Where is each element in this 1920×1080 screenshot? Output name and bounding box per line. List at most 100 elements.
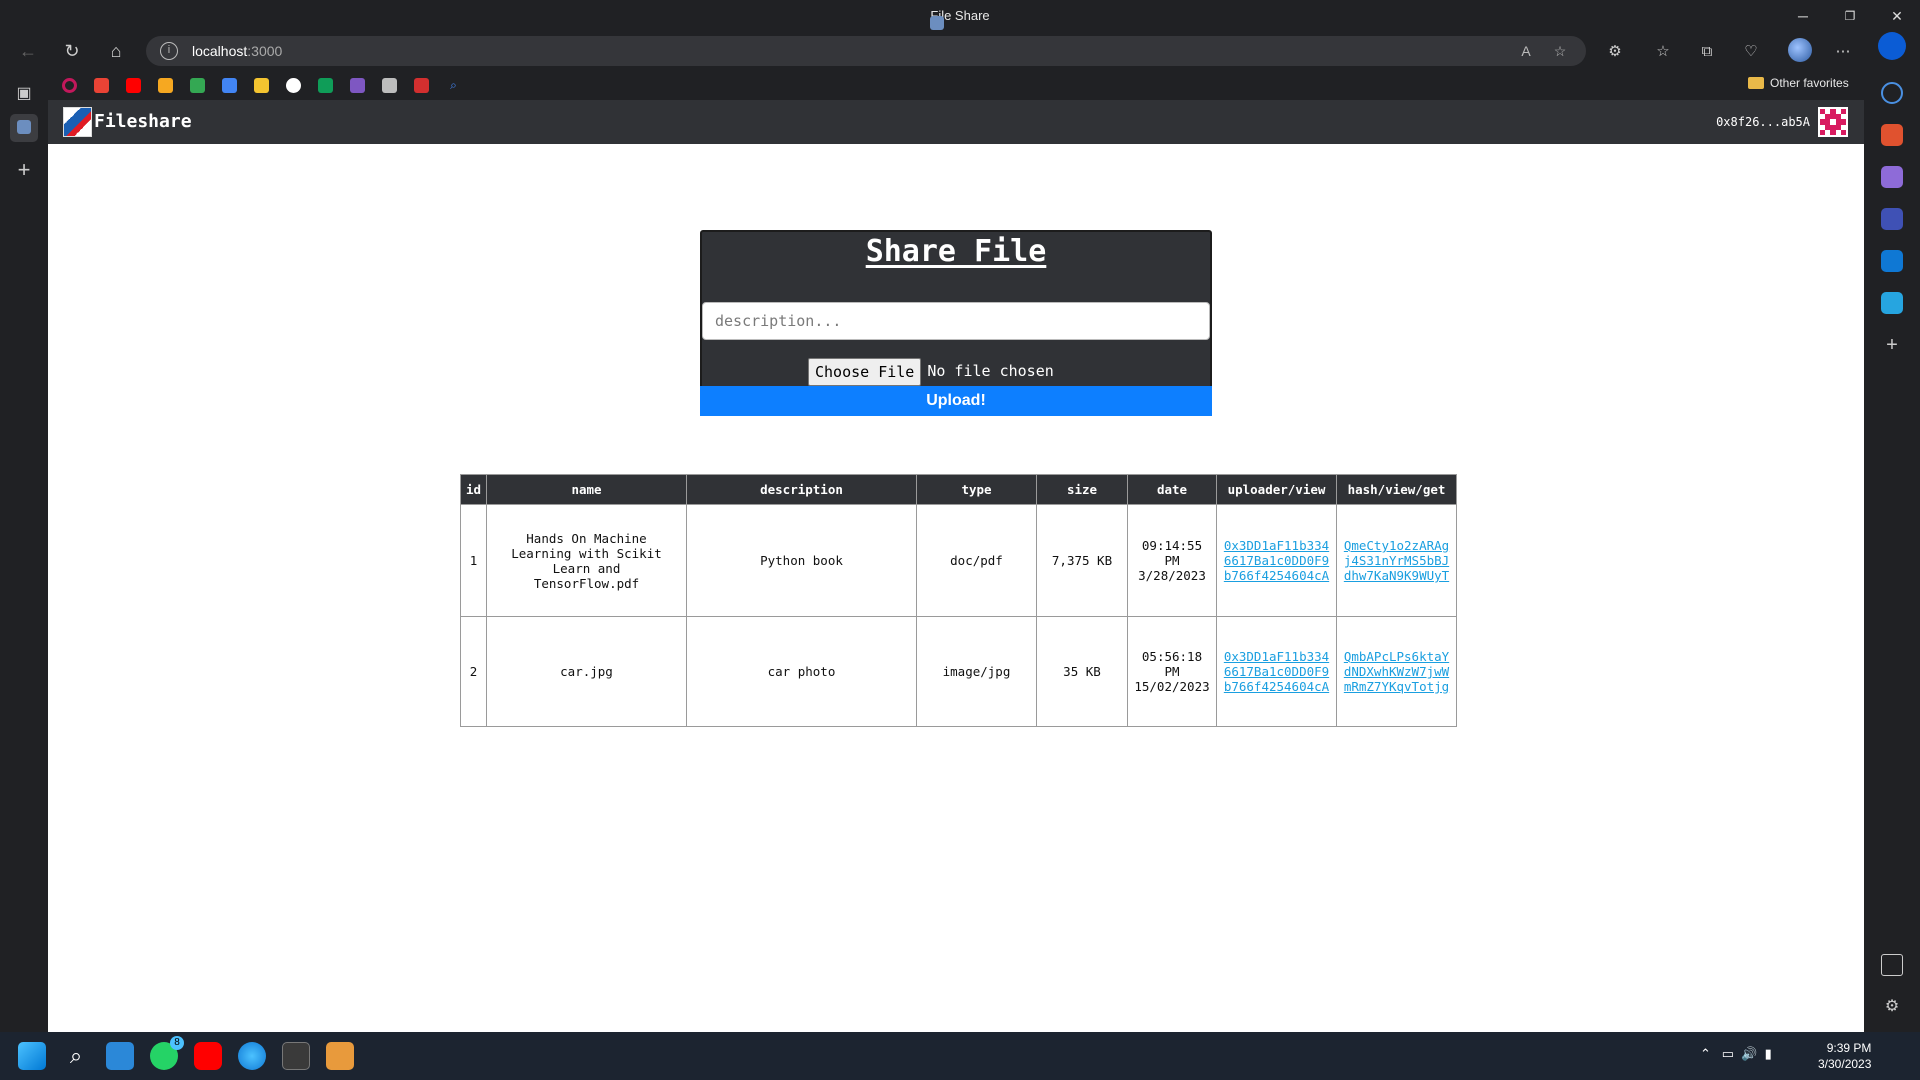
new-tab-button[interactable]: + [10, 156, 38, 184]
uploader-link[interactable]: 0x3DD1aF11b3346617Ba1c0DD0F9b766f4254604… [1221, 538, 1332, 583]
back-button[interactable]: ← [14, 38, 42, 64]
home-button[interactable]: ⌂ [102, 38, 130, 64]
cell-size: 7,375 KB [1036, 504, 1128, 617]
file-picker: Choose File No file chosen [808, 358, 1054, 386]
taskbar-search-icon[interactable]: ⌕ [62, 1042, 90, 1070]
upload-ampm: PM [1164, 553, 1180, 568]
favorite-youtube-icon[interactable] [126, 78, 141, 93]
column-header-name: name [486, 474, 687, 505]
bing-chat-icon[interactable] [1878, 32, 1906, 60]
upload-button[interactable]: Upload! [700, 386, 1212, 416]
tab-favicon-icon [930, 16, 945, 30]
cell-type: image/jpg [916, 616, 1037, 727]
browser-essentials-icon[interactable]: ♡ [1740, 41, 1762, 63]
hash-link[interactable]: QmbAPcLPs6ktaYdNDXwhKWzW7jwWmRmZ7YKqvTot… [1341, 649, 1452, 694]
minimize-button[interactable]: ─ [1780, 0, 1826, 32]
cell-description: Python book [686, 504, 917, 617]
sidebar-games-icon[interactable] [1881, 166, 1903, 188]
favorite-photos-icon[interactable] [222, 78, 237, 93]
start-windows-icon[interactable] [18, 1042, 46, 1070]
active-tab-fileshare[interactable] [10, 114, 38, 142]
sidebar-add-icon[interactable]: + [1881, 334, 1903, 356]
favorites-icon[interactable]: ☆ [1652, 41, 1674, 63]
cell-description: car photo [686, 616, 917, 727]
taskbar-edge-icon[interactable] [238, 1042, 266, 1070]
app-name: Fileshare [94, 111, 192, 132]
sidebar-outlook-icon[interactable] [1881, 250, 1903, 272]
settings-more-icon[interactable]: ⋯ [1832, 41, 1854, 63]
favorite-folder-icon[interactable] [254, 78, 269, 93]
favorite-colab-icon[interactable] [350, 78, 365, 93]
sidebar-tools-icon[interactable] [1881, 124, 1903, 146]
favorite-github-icon[interactable] [286, 78, 301, 93]
column-header-type: type [916, 474, 1037, 505]
uploader-link[interactable]: 0x3DD1aF11b3346617Ba1c0DD0F9b766f4254604… [1221, 649, 1332, 694]
cell-uploader: 0x3DD1aF11b3346617Ba1c0DD0F9b766f4254604… [1216, 504, 1337, 617]
share-file-card: Share File Choose File No file chosen Upl… [700, 230, 1212, 416]
edge-sidebar: + ⚙ [1864, 32, 1920, 1032]
app-navbar: Fileshare 0x8f26...ab5A [48, 100, 1864, 144]
taskbar-desktop-icon[interactable] [106, 1042, 134, 1070]
favorite-printer-icon[interactable] [382, 78, 397, 93]
browser-toolbar: ← ↻ ⌂ i localhost:3000 A ☆ ⚙ ☆ ⧉ ♡ ⋯ [0, 32, 1920, 70]
taskbar-terminal-icon[interactable] [282, 1042, 310, 1070]
system-clock[interactable]: 9:39 PM 3/30/2023 [1818, 1040, 1871, 1072]
address-bar[interactable]: i localhost:3000 A ☆ [146, 36, 1586, 66]
account-address: 0x8f26...ab5A [1716, 115, 1810, 129]
url-text[interactable]: localhost:3000 [192, 43, 282, 59]
read-aloud-icon[interactable]: A [1516, 41, 1536, 61]
table-row: 2 car.jpg car photo image/jpg 35 KB 05:5… [460, 616, 1457, 727]
files-table: id name description type size date uploa… [460, 474, 1457, 727]
account-identicon [1818, 107, 1848, 137]
tab-actions-icon[interactable]: ▣ [10, 80, 38, 108]
upload-date: 3/28/2023 [1138, 568, 1206, 583]
favorite-opera-icon[interactable] [62, 78, 77, 93]
cell-uploader: 0x3DD1aF11b3346617Ba1c0DD0F9b766f4254604… [1216, 616, 1337, 727]
restore-button[interactable]: ❐ [1827, 0, 1873, 32]
upload-time: 09:14:55 [1141, 538, 1203, 553]
favorite-drive-icon[interactable] [190, 78, 205, 93]
collections-icon[interactable]: ⧉ [1696, 41, 1718, 63]
profile-avatar[interactable] [1788, 38, 1812, 62]
sidebar-drop-icon[interactable] [1881, 292, 1903, 314]
window-title: File Share [0, 8, 1920, 30]
cell-date: 09:14:55 PM 3/28/2023 [1127, 504, 1217, 617]
taskbar-whatsapp-icon[interactable]: 8 [150, 1036, 184, 1070]
sidebar-office-icon[interactable] [1881, 208, 1903, 230]
share-file-heading: Share File [865, 234, 1047, 269]
extensions-icon[interactable]: ⚙ [1604, 41, 1626, 63]
upload-time: 05:56:18 [1141, 649, 1203, 664]
favorites-bar: ⌕ Other favorites [48, 70, 1864, 100]
taskbar-youtube-icon[interactable] [194, 1042, 222, 1070]
favorite-search-icon[interactable]: ⌕ [446, 78, 461, 93]
folder-icon [1748, 77, 1764, 89]
cell-type: doc/pdf [916, 504, 1037, 617]
sidebar-settings-icon[interactable]: ⚙ [1881, 996, 1903, 1018]
favorite-drive-2-icon[interactable] [318, 78, 333, 93]
cell-id: 2 [460, 616, 487, 727]
favorite-gmail-icon[interactable] [94, 78, 109, 93]
choose-file-button[interactable]: Choose File [808, 358, 922, 386]
column-header-id: id [460, 474, 487, 505]
system-tray[interactable]: ⌃ ▭ 🔊 ▮ [1700, 1046, 1772, 1062]
favorite-app-icon[interactable] [414, 78, 429, 93]
column-header-date: date [1127, 474, 1217, 505]
cell-name: Hands On Machine Learning with Scikit Le… [486, 504, 687, 617]
cell-id: 1 [460, 504, 487, 617]
table-row: 1 Hands On Machine Learning with Scikit … [460, 504, 1457, 617]
sidebar-search-icon[interactable] [1881, 82, 1903, 104]
refresh-button[interactable]: ↻ [58, 38, 86, 64]
cell-hash: QmeCty1o2zARAgj4S31nYrMS5bBJdhw7KaN9K9WU… [1336, 504, 1457, 617]
other-favorites-folder[interactable]: Other favorites [1748, 76, 1849, 90]
close-window-button[interactable]: ✕ [1874, 0, 1920, 32]
favorite-link-icon[interactable] [158, 78, 173, 93]
sidebar-layout-icon[interactable] [1881, 954, 1903, 976]
add-favorite-icon[interactable]: ☆ [1550, 41, 1570, 61]
site-info-icon[interactable]: i [160, 42, 178, 60]
description-input[interactable] [702, 302, 1210, 340]
upload-date: 15/02/2023 [1134, 679, 1210, 694]
app-logo [63, 107, 92, 137]
no-file-chosen-text: No file chosen [927, 362, 1054, 380]
taskbar-package-icon[interactable] [326, 1042, 354, 1070]
hash-link[interactable]: QmeCty1o2zARAgj4S31nYrMS5bBJdhw7KaN9K9WU… [1341, 538, 1452, 583]
